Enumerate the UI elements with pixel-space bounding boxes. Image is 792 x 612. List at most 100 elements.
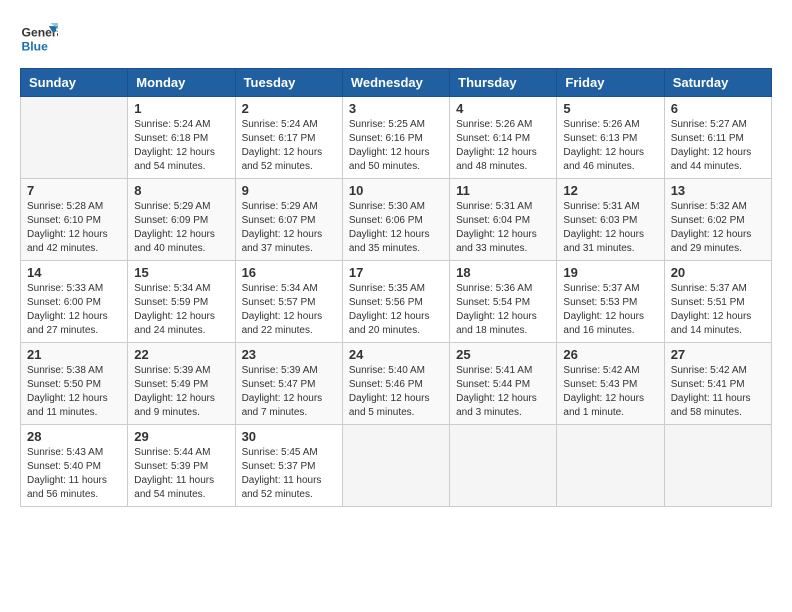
calendar-week-4: 21 Sunrise: 5:38 AM Sunset: 5:50 PM Dayli… [21, 343, 772, 425]
calendar-cell [664, 425, 771, 507]
calendar-cell [450, 425, 557, 507]
calendar-cell: 25 Sunrise: 5:41 AM Sunset: 5:44 PM Dayli… [450, 343, 557, 425]
calendar-cell: 22 Sunrise: 5:39 AM Sunset: 5:49 PM Dayli… [128, 343, 235, 425]
calendar-cell: 21 Sunrise: 5:38 AM Sunset: 5:50 PM Dayli… [21, 343, 128, 425]
calendar-week-3: 14Sunrise: 5:33 AM Sunset: 6:00 PM Dayli… [21, 261, 772, 343]
weekday-header-saturday: Saturday [664, 69, 771, 97]
calendar-cell: 8Sunrise: 5:29 AM Sunset: 6:09 PM Daylig… [128, 179, 235, 261]
calendar-cell: 3 Sunrise: 5:25 AM Sunset: 6:16 PM Daylig… [342, 97, 449, 179]
weekday-header-friday: Friday [557, 69, 664, 97]
day-info: Sunrise: 5:36 AM Sunset: 5:54 PM Dayligh… [456, 282, 550, 338]
calendar-cell: 30 Sunrise: 5:45 AM Sunset: 5:37 PM Dayli… [235, 425, 342, 507]
weekday-header-sunday: Sunday [21, 69, 128, 97]
day-number: 7 [27, 183, 121, 198]
day-number: 6 [671, 101, 765, 116]
weekday-header-tuesday: Tuesday [235, 69, 342, 97]
calendar-cell: 10Sunrise: 5:30 AM Sunset: 6:06 PM Dayli… [342, 179, 449, 261]
day-info: Sunrise: 5:45 AM Sunset: 5:37 PM Dayligh… [242, 446, 336, 502]
calendar-cell: 20 Sunrise: 5:37 AM Sunset: 5:51 PM Dayli… [664, 261, 771, 343]
day-info: Sunrise: 5:34 AM Sunset: 5:57 PM Dayligh… [242, 282, 336, 338]
calendar-cell: 5 Sunrise: 5:26 AM Sunset: 6:13 PM Daylig… [557, 97, 664, 179]
day-number: 2 [242, 101, 336, 116]
day-info: Sunrise: 5:27 AM Sunset: 6:11 PM Dayligh… [671, 118, 765, 174]
day-number: 11 [456, 183, 550, 198]
day-info: Sunrise: 5:42 AM Sunset: 5:43 PM Dayligh… [563, 364, 657, 420]
day-info: Sunrise: 5:31 AM Sunset: 6:04 PM Dayligh… [456, 200, 550, 256]
day-number: 27 [671, 347, 765, 362]
day-number: 20 [671, 265, 765, 280]
logo-icon: General Blue [20, 20, 58, 58]
day-number: 13 [671, 183, 765, 198]
calendar-cell: 11 Sunrise: 5:31 AM Sunset: 6:04 PM Dayli… [450, 179, 557, 261]
day-number: 25 [456, 347, 550, 362]
day-info: Sunrise: 5:39 AM Sunset: 5:49 PM Dayligh… [134, 364, 228, 420]
day-number: 19 [563, 265, 657, 280]
calendar-week-5: 28 Sunrise: 5:43 AM Sunset: 5:40 PM Dayli… [21, 425, 772, 507]
day-info: Sunrise: 5:39 AM Sunset: 5:47 PM Dayligh… [242, 364, 336, 420]
day-info: Sunrise: 5:24 AM Sunset: 6:18 PM Dayligh… [134, 118, 228, 174]
calendar-cell [21, 97, 128, 179]
calendar-cell: 16 Sunrise: 5:34 AM Sunset: 5:57 PM Dayli… [235, 261, 342, 343]
calendar-cell: 1 Sunrise: 5:24 AM Sunset: 6:18 PM Daylig… [128, 97, 235, 179]
day-info: Sunrise: 5:37 AM Sunset: 5:51 PM Dayligh… [671, 282, 765, 338]
calendar-cell: 17Sunrise: 5:35 AM Sunset: 5:56 PM Dayli… [342, 261, 449, 343]
day-info: Sunrise: 5:26 AM Sunset: 6:13 PM Dayligh… [563, 118, 657, 174]
calendar-cell: 2 Sunrise: 5:24 AM Sunset: 6:17 PM Daylig… [235, 97, 342, 179]
day-info: Sunrise: 5:41 AM Sunset: 5:44 PM Dayligh… [456, 364, 550, 420]
day-number: 23 [242, 347, 336, 362]
day-info: Sunrise: 5:26 AM Sunset: 6:14 PM Dayligh… [456, 118, 550, 174]
weekday-header-wednesday: Wednesday [342, 69, 449, 97]
day-number: 12 [563, 183, 657, 198]
weekday-header-row: SundayMondayTuesdayWednesdayThursdayFrid… [21, 69, 772, 97]
day-number: 4 [456, 101, 550, 116]
day-info: Sunrise: 5:24 AM Sunset: 6:17 PM Dayligh… [242, 118, 336, 174]
day-info: Sunrise: 5:44 AM Sunset: 5:39 PM Dayligh… [134, 446, 228, 502]
day-number: 22 [134, 347, 228, 362]
day-number: 14 [27, 265, 121, 280]
day-number: 5 [563, 101, 657, 116]
day-number: 28 [27, 429, 121, 444]
day-info: Sunrise: 5:28 AM Sunset: 6:10 PM Dayligh… [27, 200, 121, 256]
calendar-cell: 6 Sunrise: 5:27 AM Sunset: 6:11 PM Daylig… [664, 97, 771, 179]
day-number: 8 [134, 183, 228, 198]
svg-text:Blue: Blue [22, 39, 49, 53]
day-number: 16 [242, 265, 336, 280]
calendar-week-2: 7 Sunrise: 5:28 AM Sunset: 6:10 PM Daylig… [21, 179, 772, 261]
calendar-cell: 27 Sunrise: 5:42 AM Sunset: 5:41 PM Dayli… [664, 343, 771, 425]
calendar-cell: 9Sunrise: 5:29 AM Sunset: 6:07 PM Daylig… [235, 179, 342, 261]
day-number: 26 [563, 347, 657, 362]
day-number: 24 [349, 347, 443, 362]
calendar-cell: 23 Sunrise: 5:39 AM Sunset: 5:47 PM Dayli… [235, 343, 342, 425]
calendar-cell: 7 Sunrise: 5:28 AM Sunset: 6:10 PM Daylig… [21, 179, 128, 261]
day-info: Sunrise: 5:42 AM Sunset: 5:41 PM Dayligh… [671, 364, 765, 420]
calendar-cell: 26 Sunrise: 5:42 AM Sunset: 5:43 PM Dayli… [557, 343, 664, 425]
day-number: 9 [242, 183, 336, 198]
day-info: Sunrise: 5:31 AM Sunset: 6:03 PM Dayligh… [563, 200, 657, 256]
logo: General Blue [20, 20, 58, 58]
calendar-cell: 24 Sunrise: 5:40 AM Sunset: 5:46 PM Dayli… [342, 343, 449, 425]
calendar-cell: 28 Sunrise: 5:43 AM Sunset: 5:40 PM Dayli… [21, 425, 128, 507]
day-info: Sunrise: 5:37 AM Sunset: 5:53 PM Dayligh… [563, 282, 657, 338]
day-info: Sunrise: 5:25 AM Sunset: 6:16 PM Dayligh… [349, 118, 443, 174]
day-info: Sunrise: 5:40 AM Sunset: 5:46 PM Dayligh… [349, 364, 443, 420]
day-number: 3 [349, 101, 443, 116]
calendar-cell: 19 Sunrise: 5:37 AM Sunset: 5:53 PM Dayli… [557, 261, 664, 343]
calendar-cell: 15Sunrise: 5:34 AM Sunset: 5:59 PM Dayli… [128, 261, 235, 343]
calendar-cell: 13 Sunrise: 5:32 AM Sunset: 6:02 PM Dayli… [664, 179, 771, 261]
day-info: Sunrise: 5:32 AM Sunset: 6:02 PM Dayligh… [671, 200, 765, 256]
page-header: General Blue [20, 20, 772, 58]
day-number: 1 [134, 101, 228, 116]
calendar-cell [342, 425, 449, 507]
day-info: Sunrise: 5:30 AM Sunset: 6:06 PM Dayligh… [349, 200, 443, 256]
calendar-cell: 14Sunrise: 5:33 AM Sunset: 6:00 PM Dayli… [21, 261, 128, 343]
day-info: Sunrise: 5:34 AM Sunset: 5:59 PM Dayligh… [134, 282, 228, 338]
day-info: Sunrise: 5:35 AM Sunset: 5:56 PM Dayligh… [349, 282, 443, 338]
calendar-cell: 29Sunrise: 5:44 AM Sunset: 5:39 PM Dayli… [128, 425, 235, 507]
weekday-header-thursday: Thursday [450, 69, 557, 97]
calendar-cell: 4 Sunrise: 5:26 AM Sunset: 6:14 PM Daylig… [450, 97, 557, 179]
day-number: 21 [27, 347, 121, 362]
day-info: Sunrise: 5:38 AM Sunset: 5:50 PM Dayligh… [27, 364, 121, 420]
calendar-cell [557, 425, 664, 507]
day-info: Sunrise: 5:43 AM Sunset: 5:40 PM Dayligh… [27, 446, 121, 502]
day-number: 30 [242, 429, 336, 444]
